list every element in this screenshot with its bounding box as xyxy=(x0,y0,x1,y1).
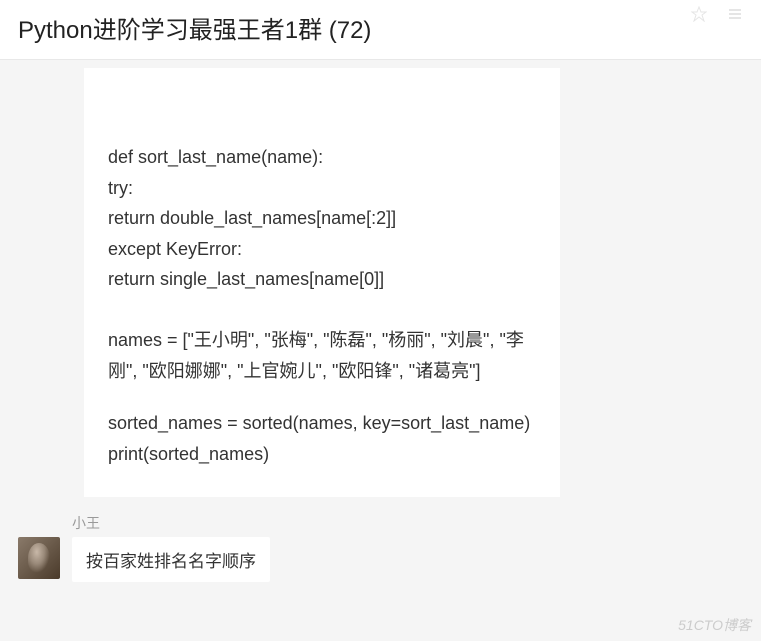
more-icon[interactable] xyxy=(727,6,743,27)
header-actions xyxy=(691,6,743,27)
message-row: 按百家姓排名名字顺序 xyxy=(18,537,743,582)
code-line: print(sorted_names) xyxy=(108,439,536,470)
code-line: return double_last_names[name[:2]] xyxy=(108,203,536,234)
chat-header: Python进阶学习最强王者1群 (72) xyxy=(0,0,761,60)
message-item: 小王 按百家姓排名名字顺序 xyxy=(0,513,761,582)
watermark: 51CTO博客 xyxy=(678,615,751,635)
code-line: names = ["王小明", "张梅", "陈磊", "杨丽", "刘晨", … xyxy=(108,325,536,386)
code-line: try: xyxy=(108,173,536,204)
code-line: except KeyError: xyxy=(108,234,536,265)
code-line: return single_last_names[name[0]] xyxy=(108,264,536,295)
message-bubble-text[interactable]: 按百家姓排名名字顺序 xyxy=(72,537,270,582)
code-line: def sort_last_name(name): xyxy=(108,142,536,173)
chat-area: ———— def sort_last_name(name): try: retu… xyxy=(0,68,761,582)
truncated-indicator: ———— xyxy=(108,90,536,98)
sender-name: 小王 xyxy=(72,513,743,533)
chat-title: Python进阶学习最强王者1群 (72) xyxy=(18,10,371,45)
pin-icon[interactable] xyxy=(691,6,707,27)
message-bubble-code[interactable]: ———— def sort_last_name(name): try: retu… xyxy=(84,68,560,497)
code-line: sorted_names = sorted(names, key=sort_la… xyxy=(108,408,536,439)
avatar[interactable] xyxy=(18,537,60,579)
